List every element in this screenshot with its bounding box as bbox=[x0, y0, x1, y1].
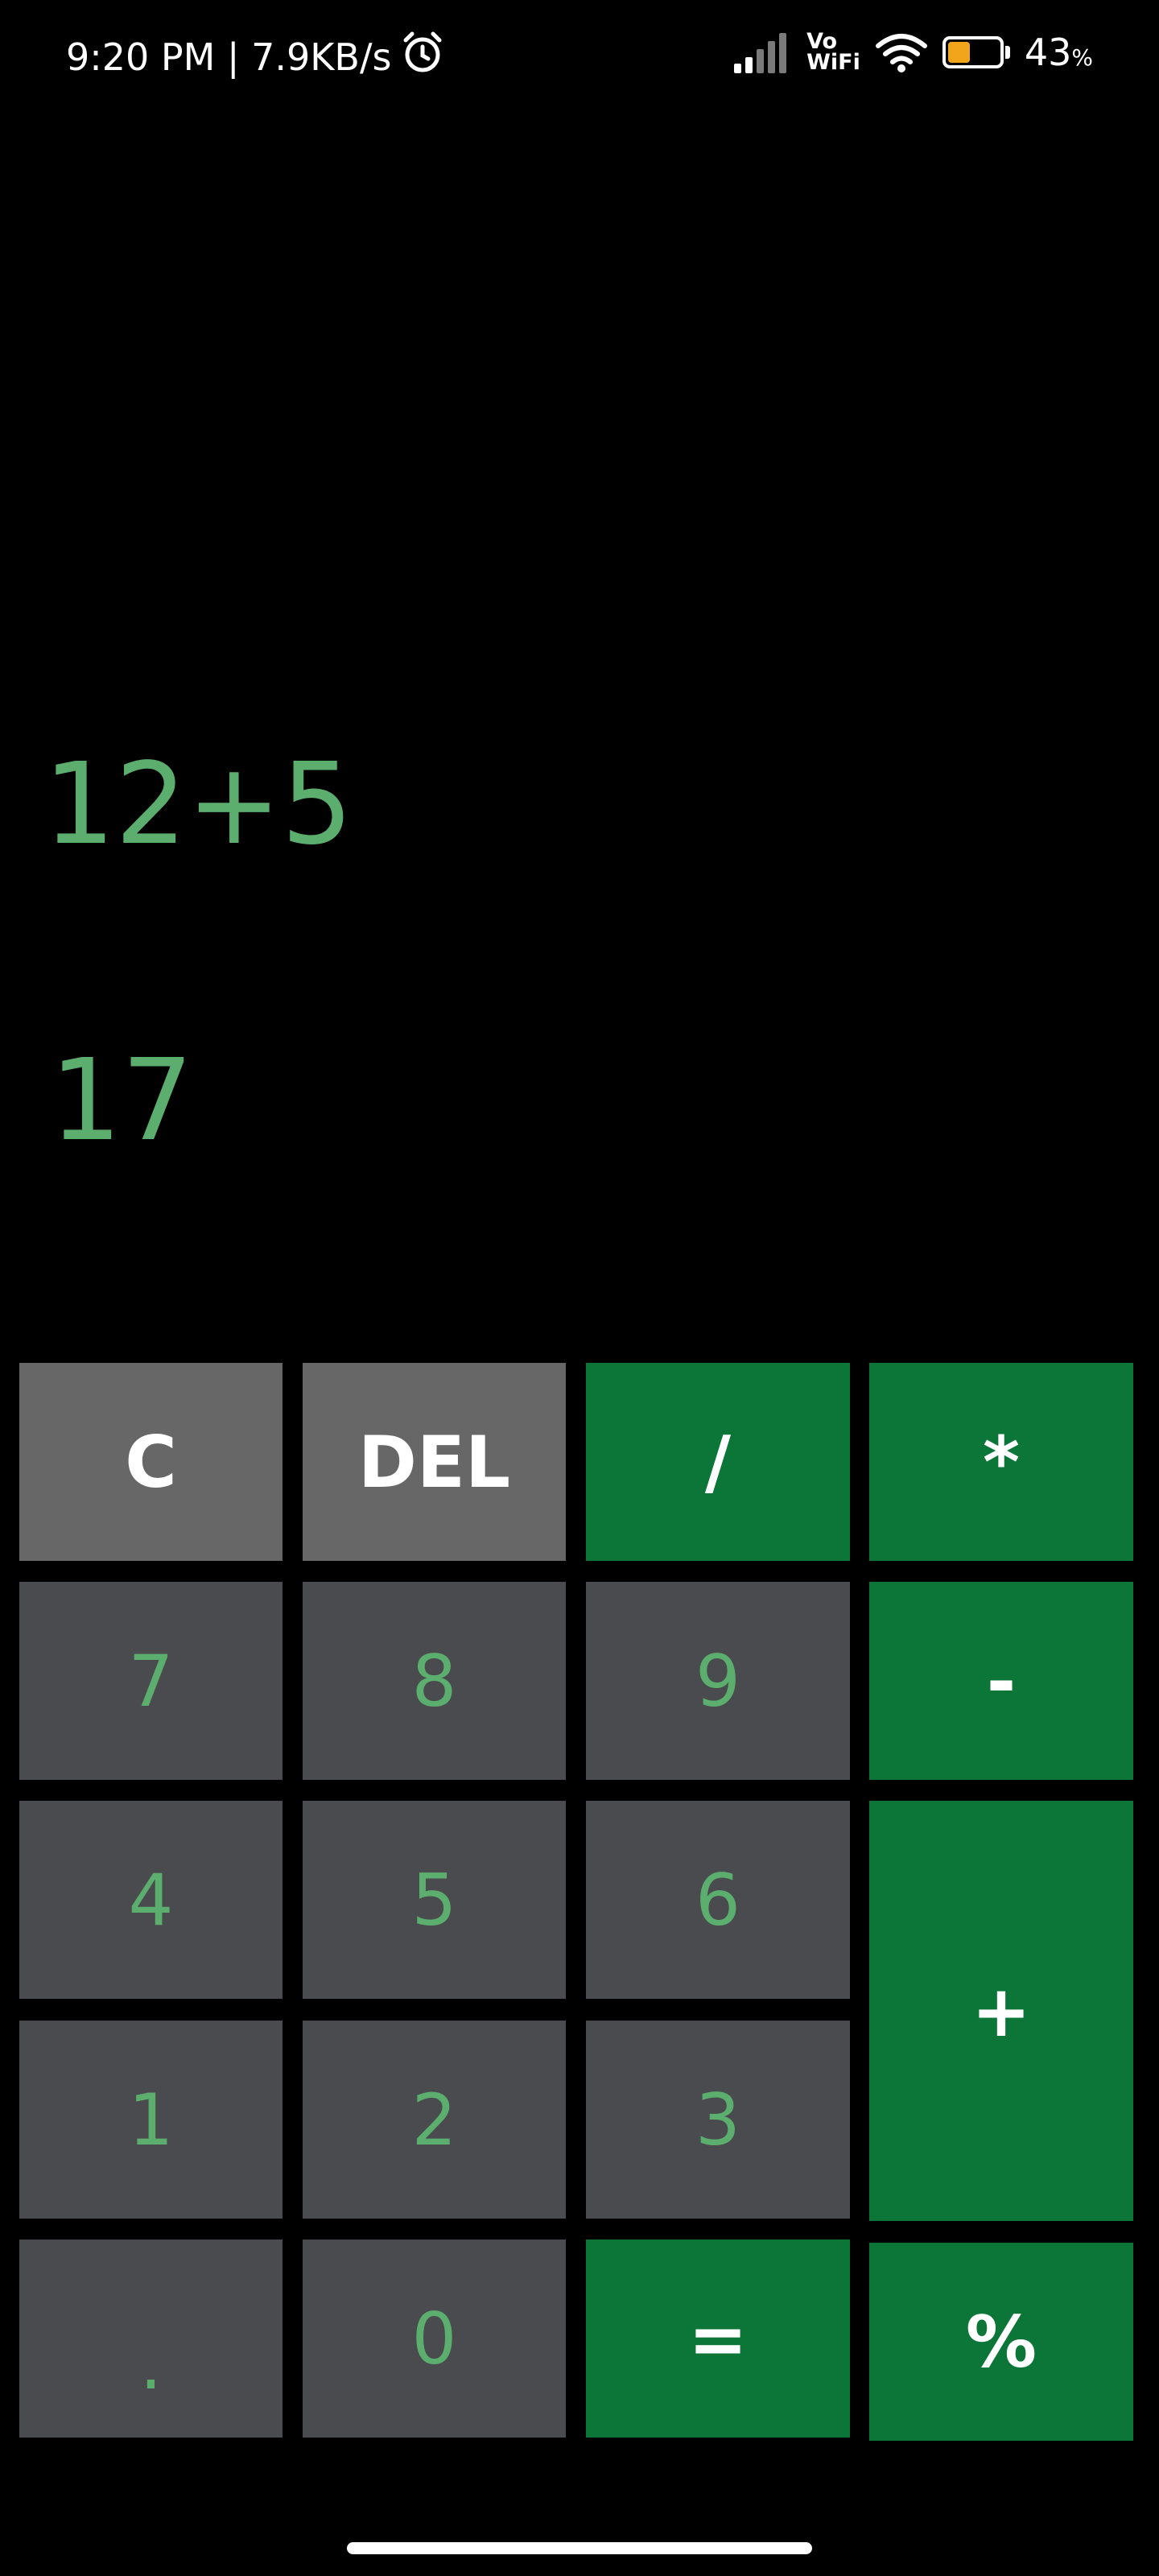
wifi-label: WiFi bbox=[806, 50, 860, 75]
digit-7-button[interactable]: 7 bbox=[19, 1582, 283, 1780]
multiply-button[interactable]: * bbox=[869, 1363, 1133, 1561]
percent-button[interactable]: % bbox=[869, 2243, 1133, 2441]
equals-button[interactable]: = bbox=[586, 2240, 850, 2438]
minus-button[interactable]: - bbox=[869, 1582, 1133, 1780]
battery-percent-value: 43 bbox=[1024, 31, 1072, 74]
digit-4-button[interactable]: 4 bbox=[19, 1801, 283, 1999]
clear-button[interactable]: C bbox=[19, 1363, 283, 1561]
alarm-clock-icon bbox=[401, 31, 444, 83]
status-right: Vo WiFi 43% bbox=[734, 31, 1093, 74]
battery-icon bbox=[942, 36, 1010, 68]
result-display: 17 bbox=[50, 1035, 194, 1166]
digit-9-button[interactable]: 9 bbox=[586, 1582, 850, 1780]
vowifi-indicator: Vo WiFi bbox=[806, 31, 860, 73]
digit-5-button[interactable]: 5 bbox=[303, 1801, 566, 1999]
divide-button[interactable]: / bbox=[586, 1363, 850, 1561]
status-bar: 9:20 PM | 7.9KB/s Vo WiFi 43% bbox=[0, 0, 1159, 113]
delete-button[interactable]: DEL bbox=[303, 1363, 566, 1561]
digit-2-button[interactable]: 2 bbox=[303, 2021, 566, 2219]
digit-1-button[interactable]: 1 bbox=[19, 2021, 283, 2219]
battery-percent-unit: % bbox=[1071, 44, 1093, 71]
digit-0-button[interactable]: 0 bbox=[303, 2240, 566, 2438]
time-and-speed: 9:20 PM | 7.9KB/s bbox=[66, 35, 392, 79]
calculator-screen: 9:20 PM | 7.9KB/s Vo WiFi 43% 12+5 17 C … bbox=[0, 0, 1159, 2576]
digit-8-button[interactable]: 8 bbox=[303, 1582, 566, 1780]
wifi-icon bbox=[875, 31, 928, 73]
cellular-signal-icon bbox=[734, 31, 792, 73]
home-indicator[interactable] bbox=[347, 2542, 812, 2554]
keypad: C DEL / * 7 8 9 - 4 5 6 + 1 2 3 . 0 = % bbox=[0, 0, 1159, 2576]
decimal-point-button[interactable]: . bbox=[19, 2240, 283, 2438]
digit-6-button[interactable]: 6 bbox=[586, 1801, 850, 1999]
battery-level-fill bbox=[947, 42, 970, 63]
battery-percentage: 43% bbox=[1025, 31, 1093, 74]
digit-3-button[interactable]: 3 bbox=[586, 2021, 850, 2219]
status-left: 9:20 PM | 7.9KB/s bbox=[66, 31, 444, 83]
expression-display: 12+5 bbox=[43, 739, 353, 870]
plus-button[interactable]: + bbox=[869, 1801, 1133, 2221]
